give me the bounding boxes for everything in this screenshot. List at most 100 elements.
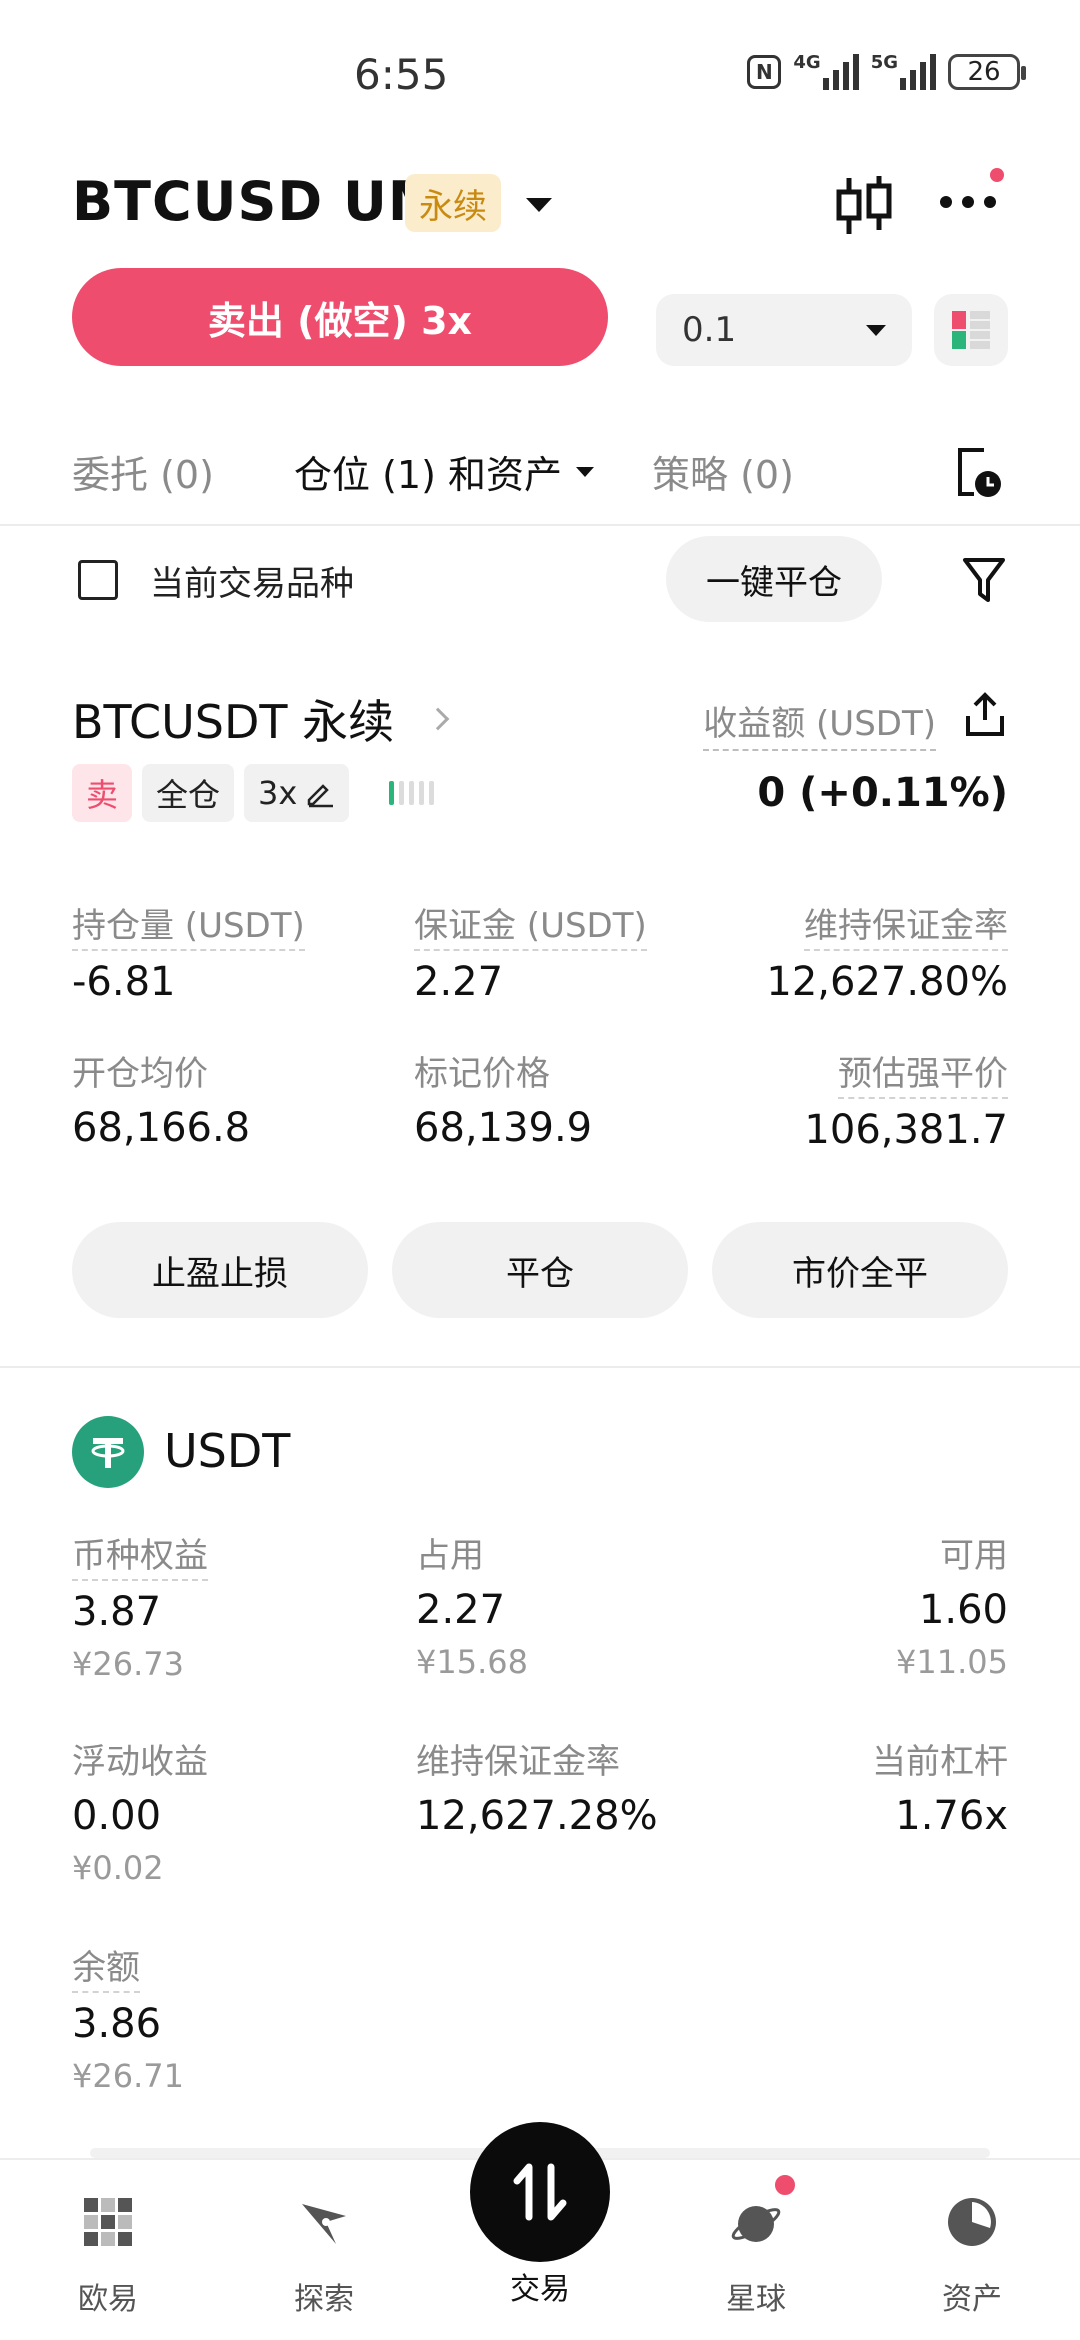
- entry-price: 开仓均价 68,166.8: [72, 1046, 250, 1151]
- nfc-icon: N: [747, 55, 782, 89]
- app-header: BTCUSD UM 永续: [0, 160, 1080, 260]
- mark-price-value: 68,139.9: [414, 1105, 593, 1151]
- trade-fab-button[interactable]: [470, 2122, 610, 2262]
- sell-short-button[interactable]: 卖出 (做空) 3x: [72, 268, 608, 366]
- tab-positions-label: 仓位 (1) 和资产: [294, 453, 562, 497]
- entry-price-label: 开仓均价: [72, 1054, 208, 1094]
- asset-leverage-label: 当前杠杆: [872, 1742, 1008, 1782]
- section-divider: [0, 1366, 1080, 1368]
- mark-price-label: 标记价格: [414, 1054, 550, 1094]
- asset-used: 占用 2.27 ¥15.68: [416, 1528, 528, 1681]
- compass-icon: [302, 2204, 346, 2244]
- nav-discover[interactable]: 探索: [254, 2194, 394, 2318]
- quantity-select[interactable]: 0.1: [656, 294, 912, 366]
- order-book-toggle[interactable]: [934, 294, 1008, 366]
- position-margin-label: 保证金 (USDT): [414, 898, 647, 951]
- asset-equity: 币种权益 3.87 ¥26.73: [72, 1528, 208, 1683]
- edit-pencil-icon: [308, 784, 334, 808]
- balance-label: 余额: [72, 1940, 140, 1993]
- liquidation-price-label: 预估强平价: [838, 1046, 1008, 1099]
- margin-mode-tag: 全仓: [142, 764, 235, 822]
- pnl-value: 0 (+0.11%): [757, 770, 1008, 816]
- asset-leverage: 当前杠杆 1.76x: [872, 1734, 1008, 1839]
- nav-assets[interactable]: 资产: [902, 2194, 1042, 2318]
- planet-notification-dot: [772, 2172, 798, 2198]
- usdt-logo-icon: [72, 1416, 144, 1488]
- position-size: 持仓量 (USDT) -6.81: [72, 898, 305, 1005]
- planet-icon: [731, 2206, 781, 2242]
- upl-cny: ¥0.02: [72, 1849, 164, 1887]
- filter-icon[interactable]: [962, 556, 1006, 604]
- equity-value: 3.87: [72, 1589, 162, 1635]
- order-history-icon[interactable]: [954, 446, 1004, 500]
- nav-planet-label: 星球: [726, 2282, 786, 2317]
- liquidation-price-value: 106,381.7: [804, 1107, 1008, 1153]
- used-value: 2.27: [416, 1587, 506, 1633]
- signal-4g: 4G: [793, 54, 859, 90]
- entry-price-value: 68,166.8: [72, 1105, 251, 1151]
- nav-home[interactable]: 欧易: [38, 2194, 178, 2318]
- close-position-button[interactable]: 平仓: [392, 1222, 688, 1318]
- nav-planet[interactable]: 星球: [686, 2194, 826, 2318]
- tab-positions[interactable]: 仓位 (1) 和资产: [294, 444, 594, 499]
- balance-cny: ¥26.71: [72, 2057, 184, 2095]
- tp-sl-button[interactable]: 止盈止损: [72, 1222, 368, 1318]
- balance-value: 3.86: [72, 2001, 162, 2047]
- signal-bars-icon: [900, 54, 936, 90]
- status-icons: N 4G 5G 26: [747, 52, 1026, 90]
- status-bar: 6:55 N 4G 5G 26: [0, 0, 1080, 150]
- asset-mmr: 维持保证金率 12,627.28%: [416, 1734, 658, 1839]
- chevron-right-icon: [426, 707, 450, 731]
- battery-icon: 26: [948, 54, 1026, 90]
- position-mmr-label: 维持保证金率: [804, 898, 1008, 951]
- signal-bars-icon: [822, 54, 859, 90]
- position-size-label: 持仓量 (USDT): [72, 898, 305, 951]
- upl-value: 0.00: [72, 1793, 162, 1839]
- leverage-value: 3x: [258, 774, 298, 812]
- position-mmr-value: 12,627.80%: [766, 959, 1008, 1005]
- position-title[interactable]: BTCUSDT 永续: [72, 686, 450, 752]
- position-mmr: 维持保证金率 12,627.80%: [766, 898, 1008, 1005]
- risk-level-indicator: [389, 781, 435, 805]
- available-cny: ¥11.05: [896, 1643, 1008, 1681]
- tab-orders[interactable]: 委托 (0): [72, 444, 214, 499]
- instrument-title[interactable]: BTCUSD UM: [72, 170, 443, 233]
- order-book-icon: [952, 311, 990, 349]
- position-tags: 卖 全仓 3x: [72, 764, 435, 822]
- quantity-value: 0.1: [682, 310, 737, 350]
- leverage-tag[interactable]: 3x: [244, 764, 350, 822]
- market-close-all-button[interactable]: 市价全平: [712, 1222, 1008, 1318]
- network-type-label: 5G: [870, 52, 898, 73]
- equity-label: 币种权益: [72, 1528, 208, 1581]
- mark-price: 标记价格 68,139.9: [414, 1046, 592, 1151]
- asset-balance: 余额 3.86 ¥26.71: [72, 1940, 184, 2095]
- instrument-dropdown-icon[interactable]: [526, 198, 552, 212]
- position-symbol: BTCUSDT 永续: [72, 695, 395, 749]
- position-margin-value: 2.27: [414, 959, 504, 1005]
- asset-mmr-value: 12,627.28%: [416, 1793, 658, 1839]
- available-value: 1.60: [918, 1587, 1008, 1633]
- asset-available: 可用 1.60 ¥11.05: [896, 1528, 1008, 1681]
- candlestick-chart-icon[interactable]: [834, 174, 894, 238]
- position-margin: 保证金 (USDT) 2.27: [414, 898, 647, 1005]
- asset-upl: 浮动收益 0.00 ¥0.02: [72, 1734, 208, 1887]
- more-options-icon[interactable]: [940, 196, 996, 208]
- nav-trade[interactable]: 交易: [470, 2264, 610, 2308]
- current-instrument-checkbox[interactable]: [78, 560, 118, 600]
- notification-dot: [990, 168, 1004, 182]
- position-tabs: 委托 (0) 仓位 (1) 和资产 策略 (0): [0, 430, 1080, 526]
- pnl-label: 收益额 (USDT): [703, 696, 936, 751]
- nav-trade-label: 交易: [510, 2272, 570, 2307]
- tab-strategies[interactable]: 策略 (0): [652, 444, 794, 499]
- status-time: 6:55: [354, 50, 449, 99]
- share-icon[interactable]: [964, 692, 1006, 738]
- liquidation-price: 预估强平价 106,381.7: [804, 1046, 1008, 1153]
- swap-arrows-icon: [513, 2163, 567, 2221]
- close-all-button[interactable]: 一键平仓: [666, 536, 882, 622]
- used-cny: ¥15.68: [416, 1643, 528, 1681]
- currency-name: USDT: [164, 1424, 291, 1478]
- used-label: 占用: [416, 1536, 484, 1576]
- chevron-down-icon: [576, 466, 594, 477]
- available-label: 可用: [940, 1536, 1008, 1576]
- position-size-value: -6.81: [72, 959, 176, 1005]
